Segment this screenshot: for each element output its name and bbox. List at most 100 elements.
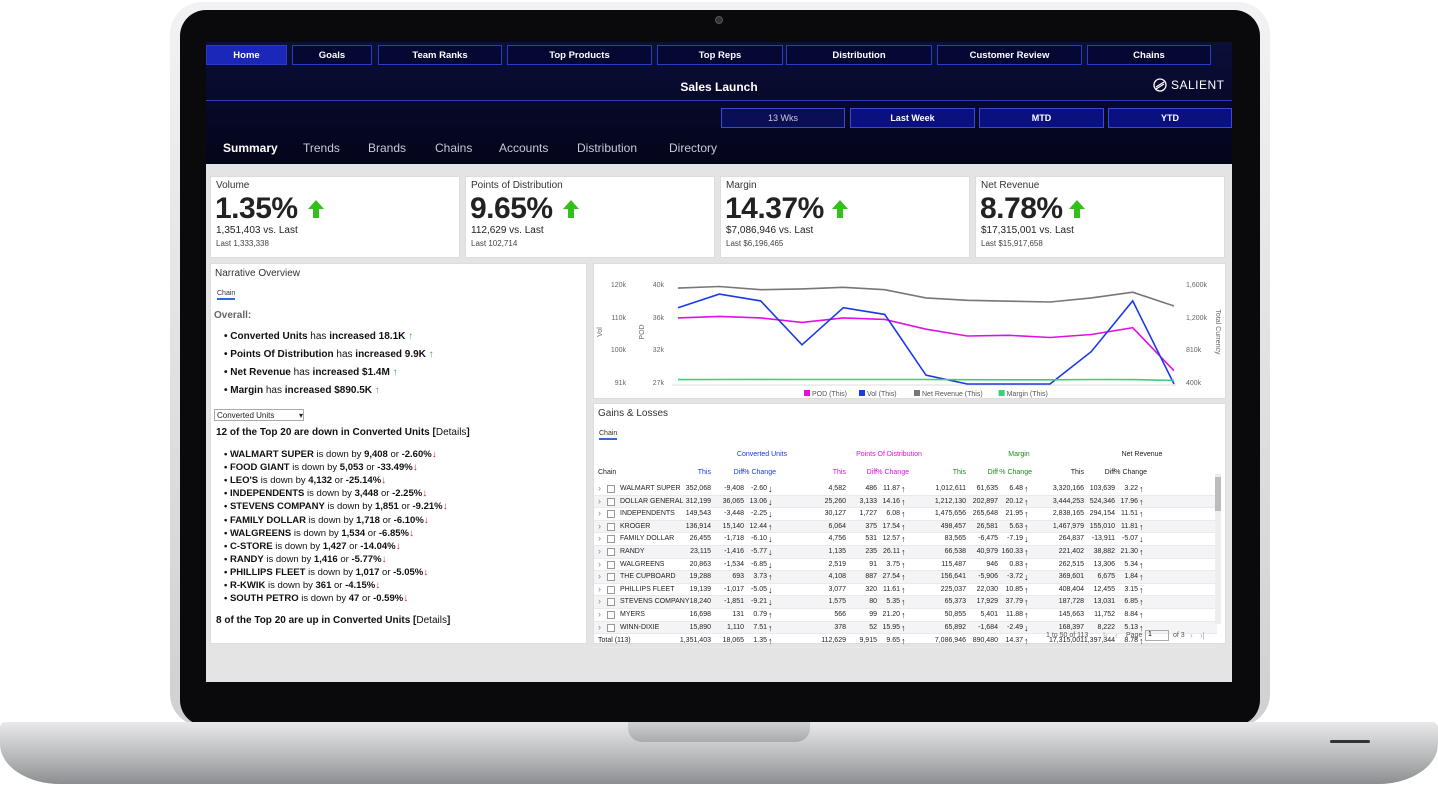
period-ytd[interactable]: YTD [1108, 108, 1232, 128]
chain-col-header[interactable]: Chain [598, 469, 616, 476]
table-row[interactable]: › THE CUPBOARD 19,288 693 3.73 ↑ 4,108 887 27.54… [594, 571, 1217, 584]
nav-home[interactable]: Home [206, 45, 287, 65]
row-checkbox[interactable] [607, 497, 615, 506]
table-row[interactable]: › MYERS 16,698 131 0.79 ↑ 566 99 21.20 ↑ 50,855 5,4… [594, 609, 1217, 622]
down-item: • SOUTH PETRO is down by 47 or -0.59%↓ [224, 593, 408, 604]
table-row[interactable]: › KROGER 136,914 15,140 12.44 ↑ 6,064 375 17.54 ↑… [594, 520, 1217, 534]
legend-label[interactable]: Net Revenue (This) [922, 391, 983, 398]
value-cell: 5.13 [1124, 623, 1138, 631]
table-row[interactable]: › WALGREENS 20,863 -1,534 -6.85 ↓ 2,519 91 3.75 ↑… [594, 559, 1217, 572]
table-row[interactable]: › INDEPENDENTS 149,543 -3,448 -2.25 ↓ 30,127 1,… [594, 508, 1217, 521]
details-link[interactable]: Details [416, 615, 447, 626]
table-row[interactable]: › WINN-DIXIE 15,890 1,110 7.51 ↑ 378 52 15.95 ↑ 65… [594, 621, 1217, 635]
tab-summary[interactable]: Summary [223, 141, 278, 155]
nav-top-reps[interactable]: Top Reps [657, 45, 783, 65]
narrative-chip[interactable]: Chain [217, 282, 236, 300]
table-row[interactable]: › PHILLIPS FLEET 19,139 -1,017 -5.05 ↓ 3,077 32… [594, 584, 1217, 597]
row-checkbox[interactable] [607, 548, 615, 556]
total-row[interactable]: Total (113) 1,351,403 18,065 1.35 ↑ 112,629 9,… [594, 635, 1217, 648]
legend-label[interactable]: Margin (This) [1007, 391, 1048, 398]
scrollbar-thumb[interactable] [1215, 477, 1221, 511]
value-cell: 21.20 [882, 611, 900, 618]
laptop-slot [1330, 740, 1370, 743]
vol-tick: 91k [615, 380, 627, 387]
pod-series-line[interactable] [677, 315, 1175, 372]
table-row[interactable]: › RANDY 23,115 -1,416 -5.77 ↓ 1,135 235 26.11 ↑ 66… [594, 546, 1217, 559]
margin-series-line[interactable] [677, 378, 1175, 382]
first-page-icon[interactable]: |‹ [1103, 631, 1108, 640]
pod-tick: 32k [653, 347, 665, 354]
row-checkbox[interactable] [607, 623, 615, 632]
page-number-input[interactable]: 1 [1145, 630, 1169, 641]
nav-team-ranks[interactable]: Team Ranks [378, 45, 502, 65]
row-checkbox[interactable] [607, 510, 615, 519]
nav-top-products[interactable]: Top Products [507, 45, 652, 65]
table-row[interactable]: › FAMILY DOLLAR 26,455 -1,718 -6.10 ↓ 4,756 531… [594, 533, 1217, 546]
sub-header[interactable]: % Change [1107, 469, 1147, 476]
expand-icon[interactable]: › [598, 609, 601, 619]
expand-icon[interactable]: › [598, 496, 601, 506]
expand-icon[interactable]: › [598, 483, 601, 493]
expand-icon[interactable]: › [598, 533, 601, 543]
tab-distribution[interactable]: Distribution [577, 141, 637, 155]
expand-icon[interactable]: › [598, 508, 601, 518]
nav-chains[interactable]: Chains [1087, 45, 1211, 65]
legend-label[interactable]: POD (This) [812, 391, 847, 398]
row-checkbox[interactable] [607, 560, 615, 569]
up-arrow-icon: ↑ [901, 559, 906, 570]
expand-icon[interactable]: › [598, 596, 601, 606]
up-arrow-icon: ↑ [901, 547, 906, 557]
up-arrow-icon: ↑ [768, 636, 773, 647]
table-row[interactable]: › WALMART SUPER 352,068 -9,408 -2.60 ↓ 4,582 48… [594, 483, 1217, 496]
kpi-value: 1.35% [215, 192, 298, 225]
tab-directory[interactable]: Directory [669, 141, 717, 155]
measure-select[interactable]: Converted Units ▾ [214, 409, 304, 421]
down-amount: 1,416 [313, 553, 338, 565]
tab-accounts[interactable]: Accounts [499, 141, 548, 155]
tab-chains[interactable]: Chains [435, 141, 472, 155]
period-13wks[interactable]: 13 Wks [721, 108, 845, 128]
legend-label[interactable]: Vol (This) [867, 391, 897, 398]
overall-bullet: • Points Of Distribution has increased 9… [224, 349, 434, 360]
bracket-close: ] [466, 427, 470, 438]
row-checkbox[interactable] [607, 573, 615, 582]
sub-header[interactable]: % Change [736, 469, 776, 476]
row-checkbox[interactable] [607, 535, 615, 544]
up-arrow-icon: ↑ [901, 597, 906, 608]
next-page-icon[interactable]: › [1190, 631, 1193, 640]
vol-series-line[interactable] [677, 293, 1175, 385]
up-arrow-icon: ↑ [389, 367, 398, 378]
details-link[interactable]: Details [436, 427, 467, 438]
value-cell: 0.79 [753, 611, 767, 618]
row-checkbox[interactable] [607, 522, 615, 531]
net-revenue-series-line[interactable] [677, 285, 1175, 307]
expand-icon[interactable]: › [598, 546, 601, 556]
expand-icon[interactable]: › [598, 584, 601, 594]
last-page-icon[interactable]: ›| [1200, 631, 1205, 640]
nav-customer-review[interactable]: Customer Review [937, 45, 1082, 65]
value-cell: 3.15 [1124, 585, 1138, 593]
up-arrow-icon: ↑ [768, 622, 773, 633]
sub-header[interactable]: % Change [992, 469, 1032, 476]
expand-icon[interactable]: › [598, 571, 601, 581]
nav-goals[interactable]: Goals [292, 45, 372, 65]
bullet-change: increased $1.4M [312, 367, 390, 378]
period-last-week[interactable]: Last Week [850, 108, 975, 128]
nav-distribution[interactable]: Distribution [786, 45, 932, 65]
table-scrollbar[interactable] [1215, 474, 1221, 624]
period-mtd[interactable]: MTD [979, 108, 1104, 128]
row-checkbox[interactable] [607, 611, 615, 619]
tab-trends[interactable]: Trends [303, 141, 340, 155]
row-checkbox[interactable] [607, 585, 615, 594]
expand-icon[interactable]: › [598, 559, 601, 569]
tab-brands[interactable]: Brands [368, 141, 406, 155]
sub-header[interactable]: % Change [869, 469, 909, 476]
row-checkbox[interactable] [607, 598, 615, 607]
kpi-vs: $7,086,946 vs. Last [726, 225, 814, 236]
row-checkbox[interactable] [607, 485, 615, 493]
expand-icon[interactable]: › [598, 622, 601, 632]
prev-page-icon[interactable]: ‹ [1115, 631, 1118, 640]
table-row[interactable]: › DOLLAR GENERAL 312,199 36,065 13.06 ↓ 25,260… [594, 495, 1217, 509]
table-row[interactable]: › STEVENS COMPANY 18,240 -1,851 -9.21 ↓ 1,575 8… [594, 596, 1217, 609]
expand-icon[interactable]: › [598, 521, 601, 531]
